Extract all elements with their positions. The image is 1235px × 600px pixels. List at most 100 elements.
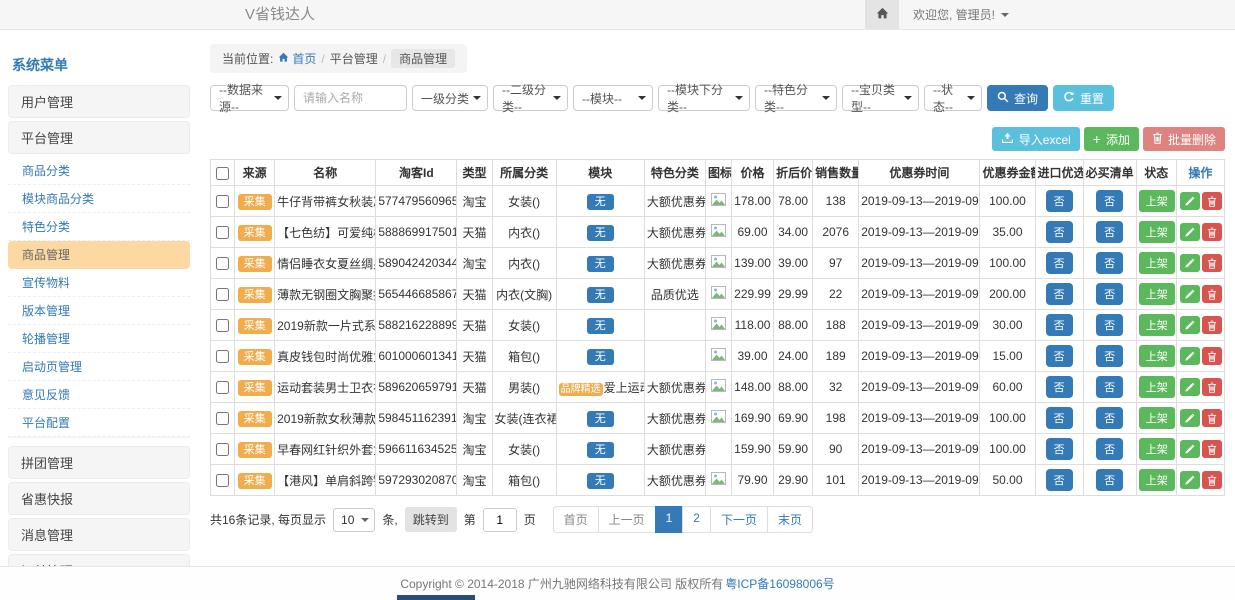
edit-button[interactable] [1180,285,1200,303]
user-menu[interactable]: 欢迎您, 管理员! [899,0,1023,29]
status-badge[interactable]: 上架 [1139,221,1175,243]
status-badge[interactable]: 上架 [1139,438,1175,460]
page-button-下一页[interactable]: 下一页 [710,506,768,533]
status-badge[interactable]: 上架 [1139,252,1175,274]
must-buy-toggle[interactable]: 否 [1096,221,1123,243]
sidebar-subitem-特色分类[interactable]: 特色分类 [8,213,190,241]
must-buy-toggle[interactable]: 否 [1096,407,1123,429]
sidebar-subitem-意见反馈[interactable]: 意见反馈 [8,381,190,409]
breadcrumb-home-link[interactable]: 首页 [278,50,316,67]
status-badge[interactable]: 上架 [1139,345,1175,367]
row-checkbox[interactable] [216,319,229,332]
edit-button[interactable] [1180,347,1200,365]
jump-button[interactable]: 跳转到 [405,507,457,532]
filter-select-category2[interactable]: --二级分类-- [493,85,568,111]
row-checkbox[interactable] [216,412,229,425]
sidebar-item-用户管理[interactable]: 用户管理 [8,85,190,118]
filter-select-item-type[interactable]: --宝贝类型-- [842,85,919,111]
sidebar-item-拼团管理[interactable]: 拼团管理 [8,446,190,479]
icp-link[interactable]: 粤ICP备16098006号 [725,575,834,592]
status-badge[interactable]: 上架 [1139,376,1175,398]
delete-button[interactable] [1202,378,1222,396]
delete-button[interactable] [1202,316,1222,334]
status-badge[interactable]: 上架 [1139,283,1175,305]
must-buy-toggle[interactable]: 否 [1096,283,1123,305]
row-checkbox[interactable] [216,443,229,456]
edit-button[interactable] [1180,192,1200,210]
must-buy-toggle[interactable]: 否 [1096,252,1123,274]
delete-button[interactable] [1202,440,1222,458]
import-select-toggle[interactable]: 否 [1046,221,1073,243]
page-button-上一页[interactable]: 上一页 [598,506,656,533]
add-button[interactable]: + 添加 [1084,127,1139,151]
delete-button[interactable] [1202,192,1222,210]
delete-button[interactable] [1202,223,1222,241]
sidebar-subitem-模块商品分类[interactable]: 模块商品分类 [8,185,190,213]
row-checkbox[interactable] [216,474,229,487]
sidebar-item-订单管理[interactable]: 订单管理 [8,554,190,566]
home-nav-button[interactable] [865,0,899,29]
row-checkbox[interactable] [216,226,229,239]
import-select-toggle[interactable]: 否 [1046,190,1073,212]
reset-button[interactable]: 重置 [1053,85,1114,111]
filter-select-feature[interactable]: --特色分类-- [755,85,837,111]
search-button[interactable]: 查询 [987,85,1048,111]
sidebar-subitem-启动页管理[interactable]: 启动页管理 [8,353,190,381]
status-badge[interactable]: 上架 [1139,190,1175,212]
select-all-checkbox[interactable] [216,167,229,180]
sidebar-subitem-轮播管理[interactable]: 轮播管理 [8,325,190,353]
import-select-toggle[interactable]: 否 [1046,252,1073,274]
must-buy-toggle[interactable]: 否 [1096,345,1123,367]
per-page-select[interactable]: 10 [333,508,375,532]
edit-button[interactable] [1180,254,1200,272]
import-select-toggle[interactable]: 否 [1046,376,1073,398]
import-select-toggle[interactable]: 否 [1046,345,1073,367]
sidebar-subitem-平台配置[interactable]: 平台配置 [8,409,190,437]
must-buy-toggle[interactable]: 否 [1096,314,1123,336]
filter-select-module[interactable]: --模块-- [573,85,653,111]
edit-button[interactable] [1180,440,1200,458]
row-checkbox[interactable] [216,288,229,301]
page-button-1[interactable]: 1 [655,506,684,533]
page-button-首页[interactable]: 首页 [553,506,599,533]
row-checkbox[interactable] [216,381,229,394]
sidebar-subitem-商品分类[interactable]: 商品分类 [8,157,190,185]
edit-button[interactable] [1180,409,1200,427]
import-select-toggle[interactable]: 否 [1046,407,1073,429]
edit-button[interactable] [1180,316,1200,334]
must-buy-toggle[interactable]: 否 [1096,438,1123,460]
import-select-toggle[interactable]: 否 [1046,438,1073,460]
sidebar-subitem-宣传物料[interactable]: 宣传物料 [8,269,190,297]
status-badge[interactable]: 上架 [1139,469,1175,491]
name-search-input[interactable] [294,85,407,111]
sidebar-item-消息管理[interactable]: 消息管理 [8,518,190,551]
filter-select-category1[interactable]: 一级分类 [412,85,488,111]
edit-button[interactable] [1180,223,1200,241]
must-buy-toggle[interactable]: 否 [1096,190,1123,212]
row-checkbox[interactable] [216,195,229,208]
import-excel-button[interactable]: 导入excel [992,127,1080,151]
filter-select-status[interactable]: --状态-- [924,85,982,111]
page-button-2[interactable]: 2 [682,506,711,533]
import-select-toggle[interactable]: 否 [1046,314,1073,336]
sidebar-item-平台管理[interactable]: 平台管理 [8,121,190,154]
edit-button[interactable] [1180,471,1200,489]
delete-button[interactable] [1202,471,1222,489]
sidebar-item-省惠快报[interactable]: 省惠快报 [8,482,190,515]
page-number-input[interactable] [483,508,517,532]
delete-button[interactable] [1202,285,1222,303]
row-checkbox[interactable] [216,350,229,363]
must-buy-toggle[interactable]: 否 [1096,376,1123,398]
filter-select-module-sub[interactable]: --模块下分类-- [658,85,750,111]
sidebar-subitem-版本管理[interactable]: 版本管理 [8,297,190,325]
import-select-toggle[interactable]: 否 [1046,469,1073,491]
status-badge[interactable]: 上架 [1139,407,1175,429]
import-select-toggle[interactable]: 否 [1046,283,1073,305]
page-button-末页[interactable]: 末页 [767,506,813,533]
status-badge[interactable]: 上架 [1139,314,1175,336]
filter-select-source[interactable]: --数据来源-- [210,85,289,111]
delete-button[interactable] [1202,254,1222,272]
row-checkbox[interactable] [216,257,229,270]
delete-button[interactable] [1202,409,1222,427]
sidebar-subitem-商品管理[interactable]: 商品管理 [8,241,190,269]
